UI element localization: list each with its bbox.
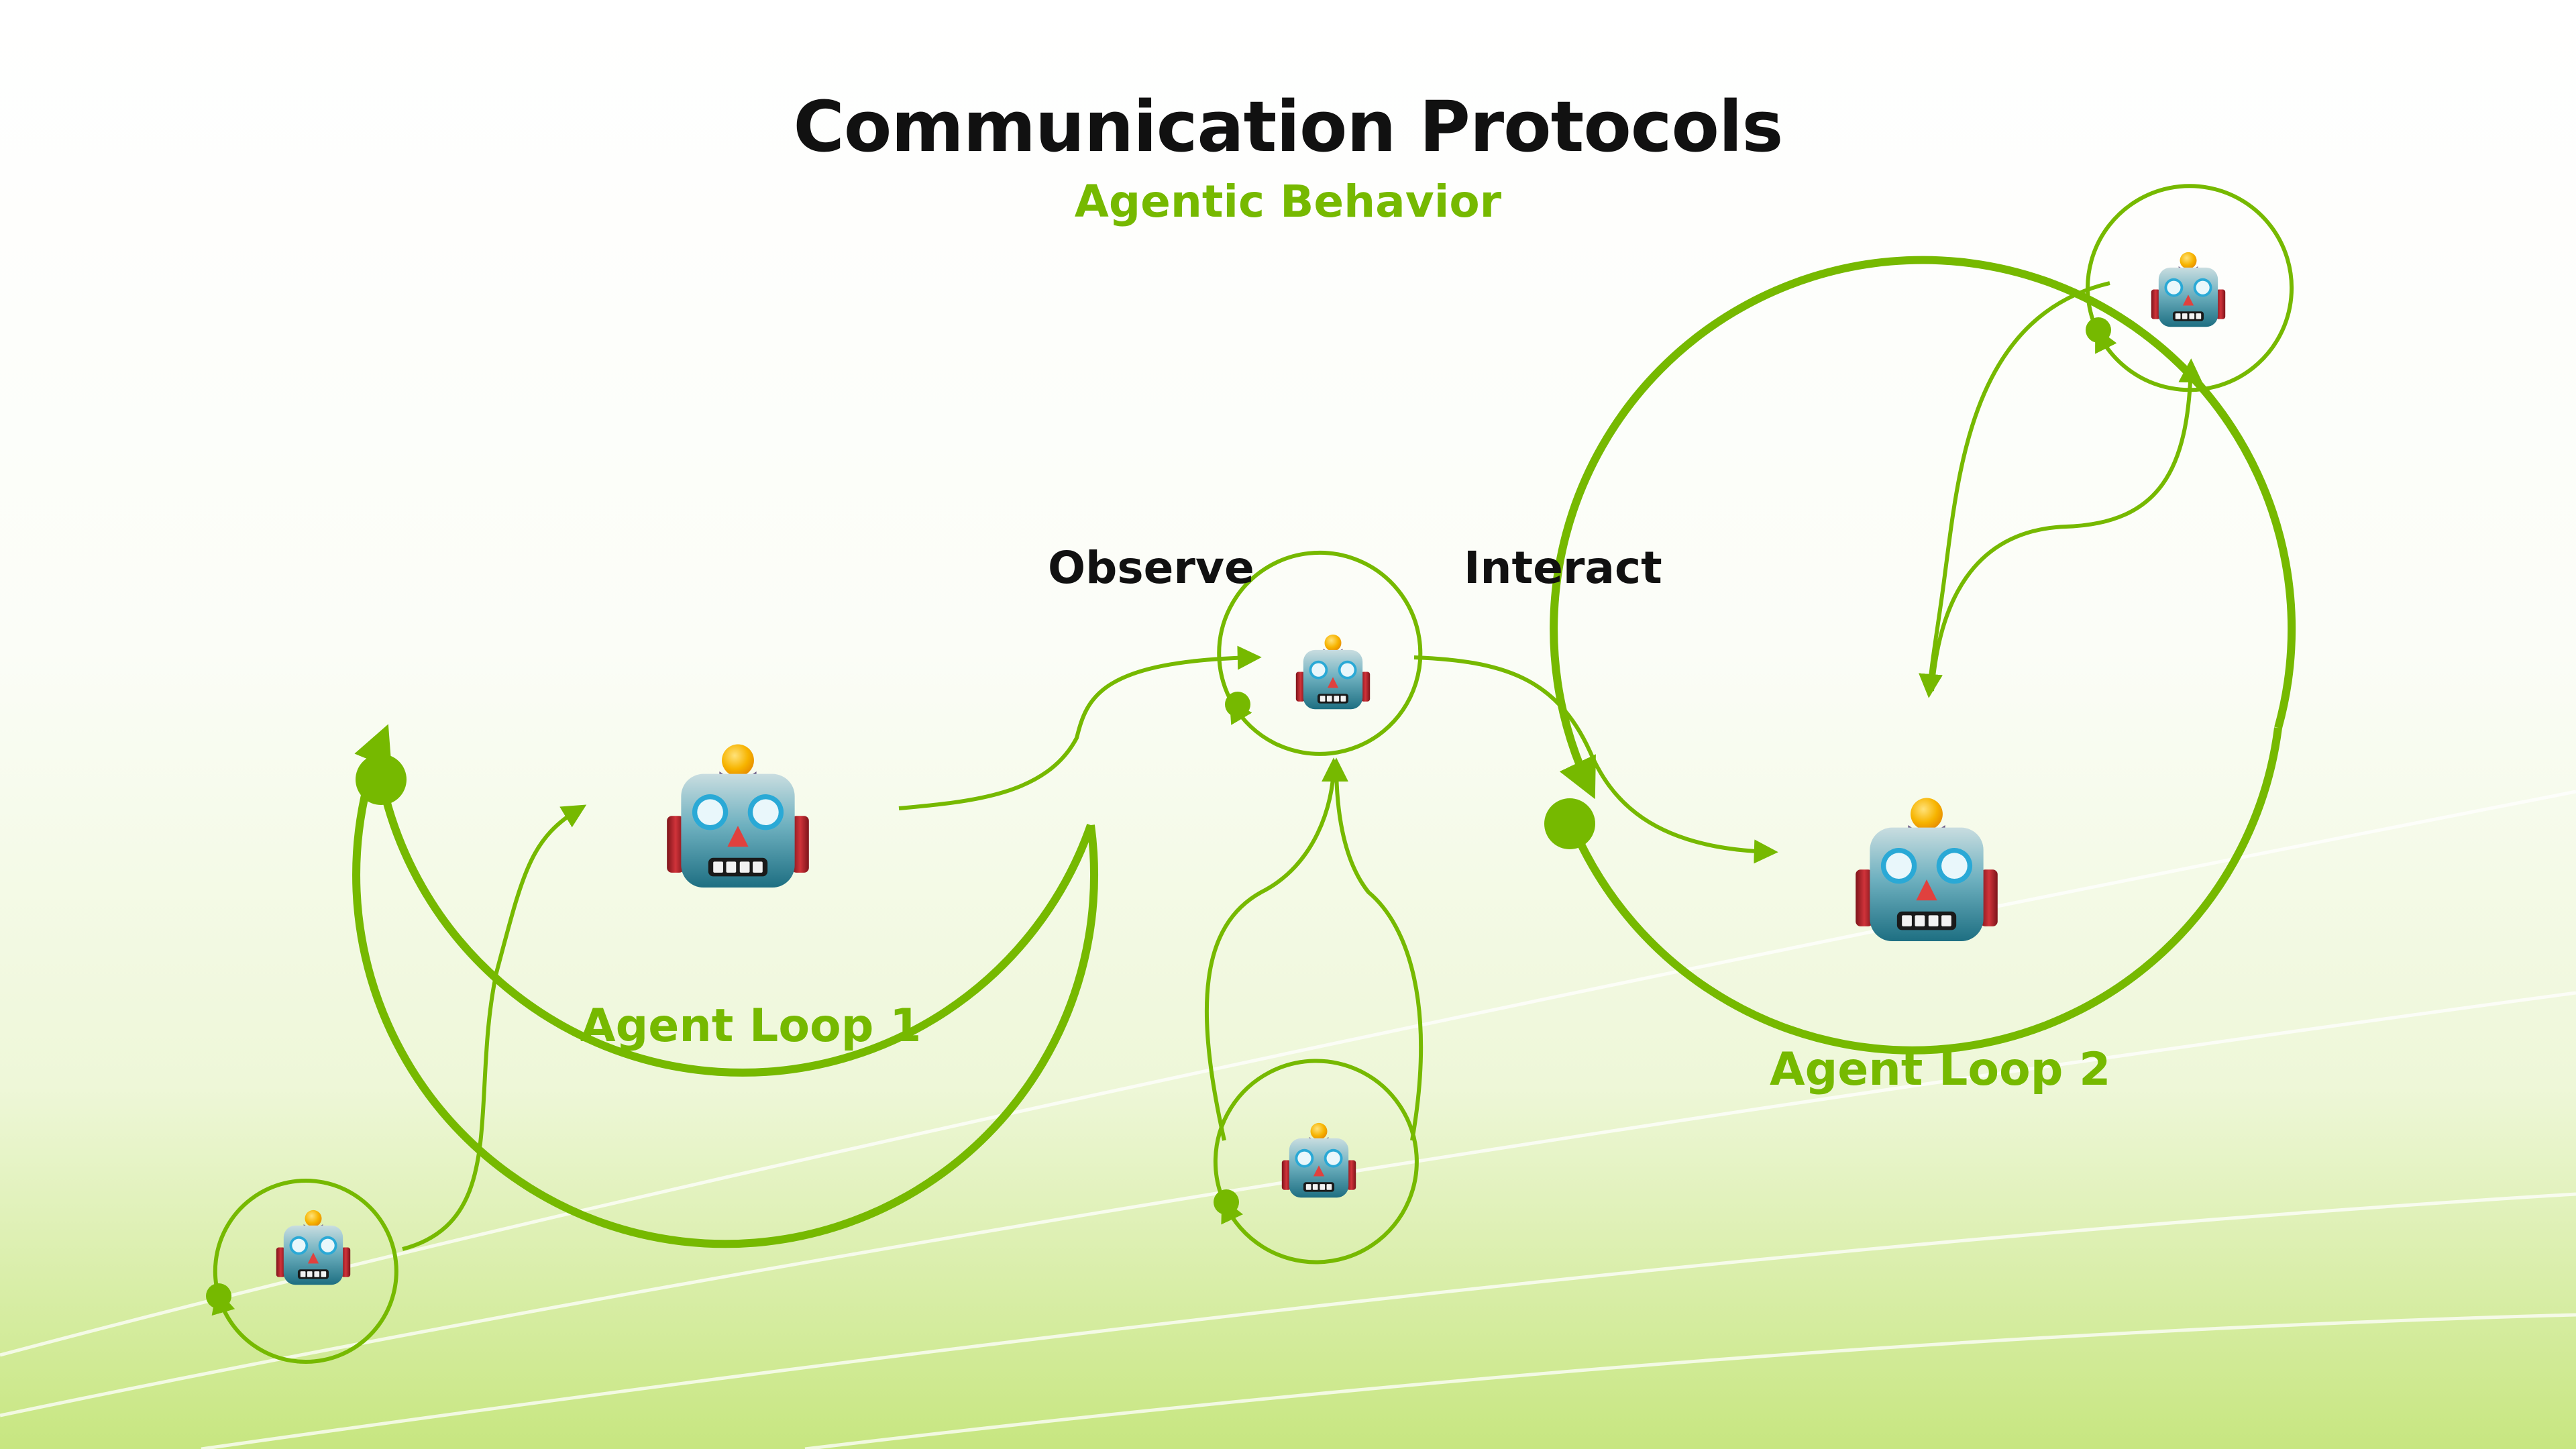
agent-loop-2-label: Agent Loop 2 — [1770, 1043, 2111, 1096]
agent-loop-1-start-dot — [356, 754, 407, 805]
page-title: Communication Protocols — [793, 86, 1784, 168]
small-loop-dot — [206, 1283, 231, 1309]
small-loop-dot — [1214, 1189, 1239, 1215]
small-loop-dot — [2086, 317, 2111, 343]
agent-loop-2-start-dot — [1544, 798, 1595, 849]
agent-loop-1-label: Agent Loop 1 — [580, 1000, 922, 1053]
page-subtitle: Agentic Behavior — [1074, 176, 1502, 227]
small-loop-dot — [1225, 692, 1250, 717]
interact-label: Interact — [1464, 542, 1662, 594]
observe-label: Observe — [1048, 542, 1254, 594]
